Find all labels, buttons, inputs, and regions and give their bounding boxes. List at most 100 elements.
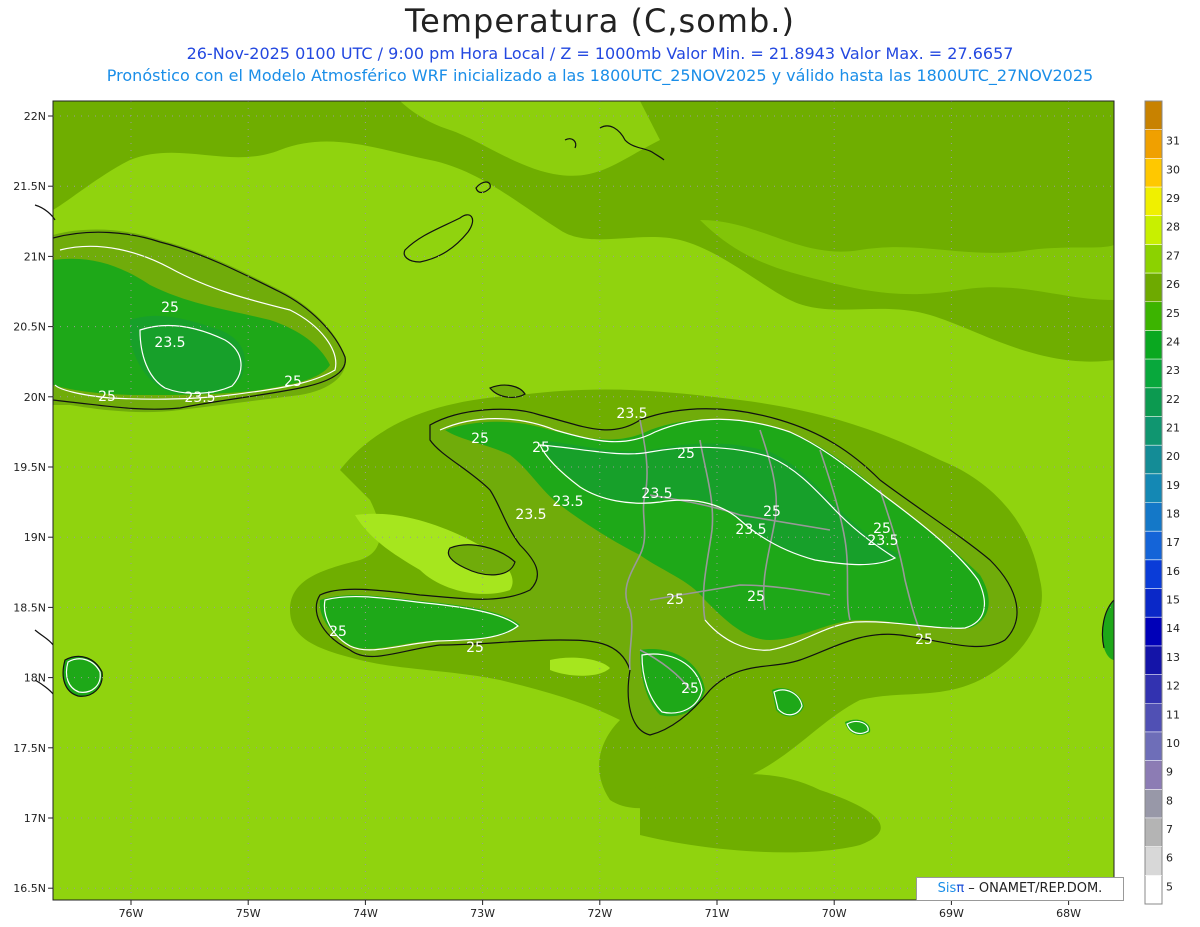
lon-tick-label: 69W — [939, 907, 964, 920]
contour-label: 25 — [161, 300, 179, 316]
colorbar-swatch — [1145, 559, 1162, 590]
bahamas-edge-coastline — [34, 204, 56, 221]
colorbar-swatch — [1145, 645, 1162, 676]
lat-tick-label: 22N — [24, 110, 46, 123]
contour-label: 23.5 — [867, 533, 898, 549]
colorbar-swatch — [1145, 473, 1162, 503]
colorbar-label: 16 — [1166, 565, 1180, 578]
colorbar-swatch — [1145, 387, 1162, 417]
lat-tick-label: 16.5N — [13, 882, 46, 895]
credit-sis: Sis — [937, 881, 957, 896]
colorbar: 5 6 7 8 9 10 11 12 13 14 15 16 17 18 19 20 21 22 23 24 25 26 2… — [1144, 100, 1180, 905]
contour-label: 25 — [681, 681, 699, 697]
contour-label: 25 — [532, 440, 550, 456]
colorbar-label: 25 — [1166, 307, 1180, 320]
contour-label: 25 — [284, 374, 302, 390]
lat-tick-label: 21N — [24, 250, 46, 263]
contour-label: 23.5 — [154, 335, 185, 351]
lat-tick-label: 18N — [24, 672, 46, 685]
colorbar-label: 29 — [1166, 192, 1180, 205]
contour-label: 25 — [677, 446, 695, 462]
contour-label: 23.5 — [641, 486, 672, 502]
colorbar-swatch — [1145, 330, 1162, 360]
colorbar-swatch — [1145, 789, 1162, 819]
plot-area: 25 23.5 23.5 25 25 25 25 23.5 23.5 25 23.5 23.5 25 23… — [34, 101, 1115, 900]
colorbar-swatch — [1145, 359, 1162, 389]
lon-tick-label: 70W — [822, 907, 847, 920]
contour-label: 23.5 — [515, 507, 546, 523]
lat-tick-label: 19N — [24, 531, 46, 544]
colorbar-label: 20 — [1166, 450, 1180, 463]
colorbar-label: 8 — [1166, 794, 1173, 807]
colorbar-label: 28 — [1166, 221, 1180, 234]
colorbar-swatch — [1145, 875, 1162, 905]
lat-tick-label: 20.5N — [13, 321, 46, 334]
lon-tick-label: 74W — [353, 907, 378, 920]
colorbar-label: 21 — [1166, 421, 1180, 434]
lon-tick-label: 68W — [1056, 907, 1081, 920]
colorbar-swatch — [1145, 531, 1162, 561]
contour-label: 25 — [98, 389, 116, 405]
colorbar-swatch — [1145, 502, 1162, 532]
colorbar-label: 14 — [1166, 622, 1180, 635]
colorbar-label: 26 — [1166, 278, 1180, 291]
longitude-axis: 76W 75W 74W 73W 72W 71W 70W 69W 68W — [119, 900, 1081, 920]
contour-label: 23.5 — [735, 522, 766, 538]
lat-tick-label: 18.5N — [13, 601, 46, 614]
colorbar-swatch — [1145, 301, 1162, 331]
colorbar-swatch — [1145, 846, 1162, 876]
latitude-axis: 22N 21.5N 21N 20.5N 20N 19.5N 19N 18.5N 18N 17.5N… — [13, 110, 53, 895]
colorbar-swatch — [1145, 588, 1162, 618]
colorbar-swatch — [1145, 703, 1162, 733]
colorbar-label: 31 — [1166, 135, 1180, 148]
contour-label: 25 — [471, 431, 489, 447]
colorbar-label: 23 — [1166, 364, 1180, 377]
contour-label: 23.5 — [552, 494, 583, 510]
colorbar-label: 27 — [1166, 249, 1180, 262]
temperature-map: 25 23.5 23.5 25 25 25 25 23.5 23.5 25 23.5 23.5 25 23… — [13, 100, 1180, 920]
colorbar-label: 10 — [1166, 737, 1180, 750]
colorbar-swatch — [1145, 158, 1162, 188]
lat-tick-label: 17N — [24, 812, 46, 825]
colorbar-swatch — [1145, 215, 1162, 245]
colorbar-label: 5 — [1166, 880, 1173, 893]
colorbar-label: 6 — [1166, 852, 1173, 865]
jamaica-edge-coastline — [34, 629, 54, 646]
contour-label: 23.5 — [616, 406, 647, 422]
colorbar-label: 22 — [1166, 393, 1180, 406]
contour-label: 25 — [329, 624, 347, 640]
colorbar-swatch — [1145, 273, 1162, 303]
colorbar-swatch — [1145, 445, 1162, 475]
colorbar-swatch — [1145, 617, 1162, 647]
contour-label: 25 — [666, 592, 684, 608]
colorbar-label: 17 — [1166, 536, 1180, 549]
colorbar-swatch — [1145, 674, 1162, 704]
colorbar-swatch — [1145, 244, 1162, 274]
colorbar-swatch — [1145, 101, 1162, 131]
contour-label: 23.5 — [184, 390, 215, 406]
contour-label: 25 — [915, 632, 933, 648]
credit-text: – ONAMET/REP.DOM. — [968, 881, 1103, 896]
colorbar-label: 11 — [1166, 708, 1180, 721]
colorbar-label: 7 — [1166, 823, 1173, 836]
colorbar-label: 13 — [1166, 651, 1180, 664]
lon-tick-label: 72W — [587, 907, 612, 920]
lon-tick-label: 73W — [470, 907, 495, 920]
colorbar-label: 9 — [1166, 766, 1173, 779]
colorbar-swatch — [1145, 416, 1162, 446]
colorbar-label: 24 — [1166, 335, 1180, 348]
credit-pi: π — [956, 881, 965, 896]
colorbar-swatch — [1145, 187, 1162, 217]
colorbar-label: 18 — [1166, 508, 1180, 521]
credit-box: Sisπ – ONAMET/REP.DOM. — [916, 877, 1124, 901]
colorbar-swatch — [1145, 760, 1162, 790]
lat-tick-label: 17.5N — [13, 742, 46, 755]
colorbar-swatch — [1145, 129, 1162, 159]
lat-tick-label: 19.5N — [13, 461, 46, 474]
lat-tick-label: 21.5N — [13, 180, 46, 193]
contour-label: 25 — [747, 589, 765, 605]
lon-tick-label: 71W — [705, 907, 730, 920]
colorbar-label: 30 — [1166, 163, 1180, 176]
colorbar-label: 15 — [1166, 594, 1180, 607]
contour-label: 25 — [763, 504, 781, 520]
